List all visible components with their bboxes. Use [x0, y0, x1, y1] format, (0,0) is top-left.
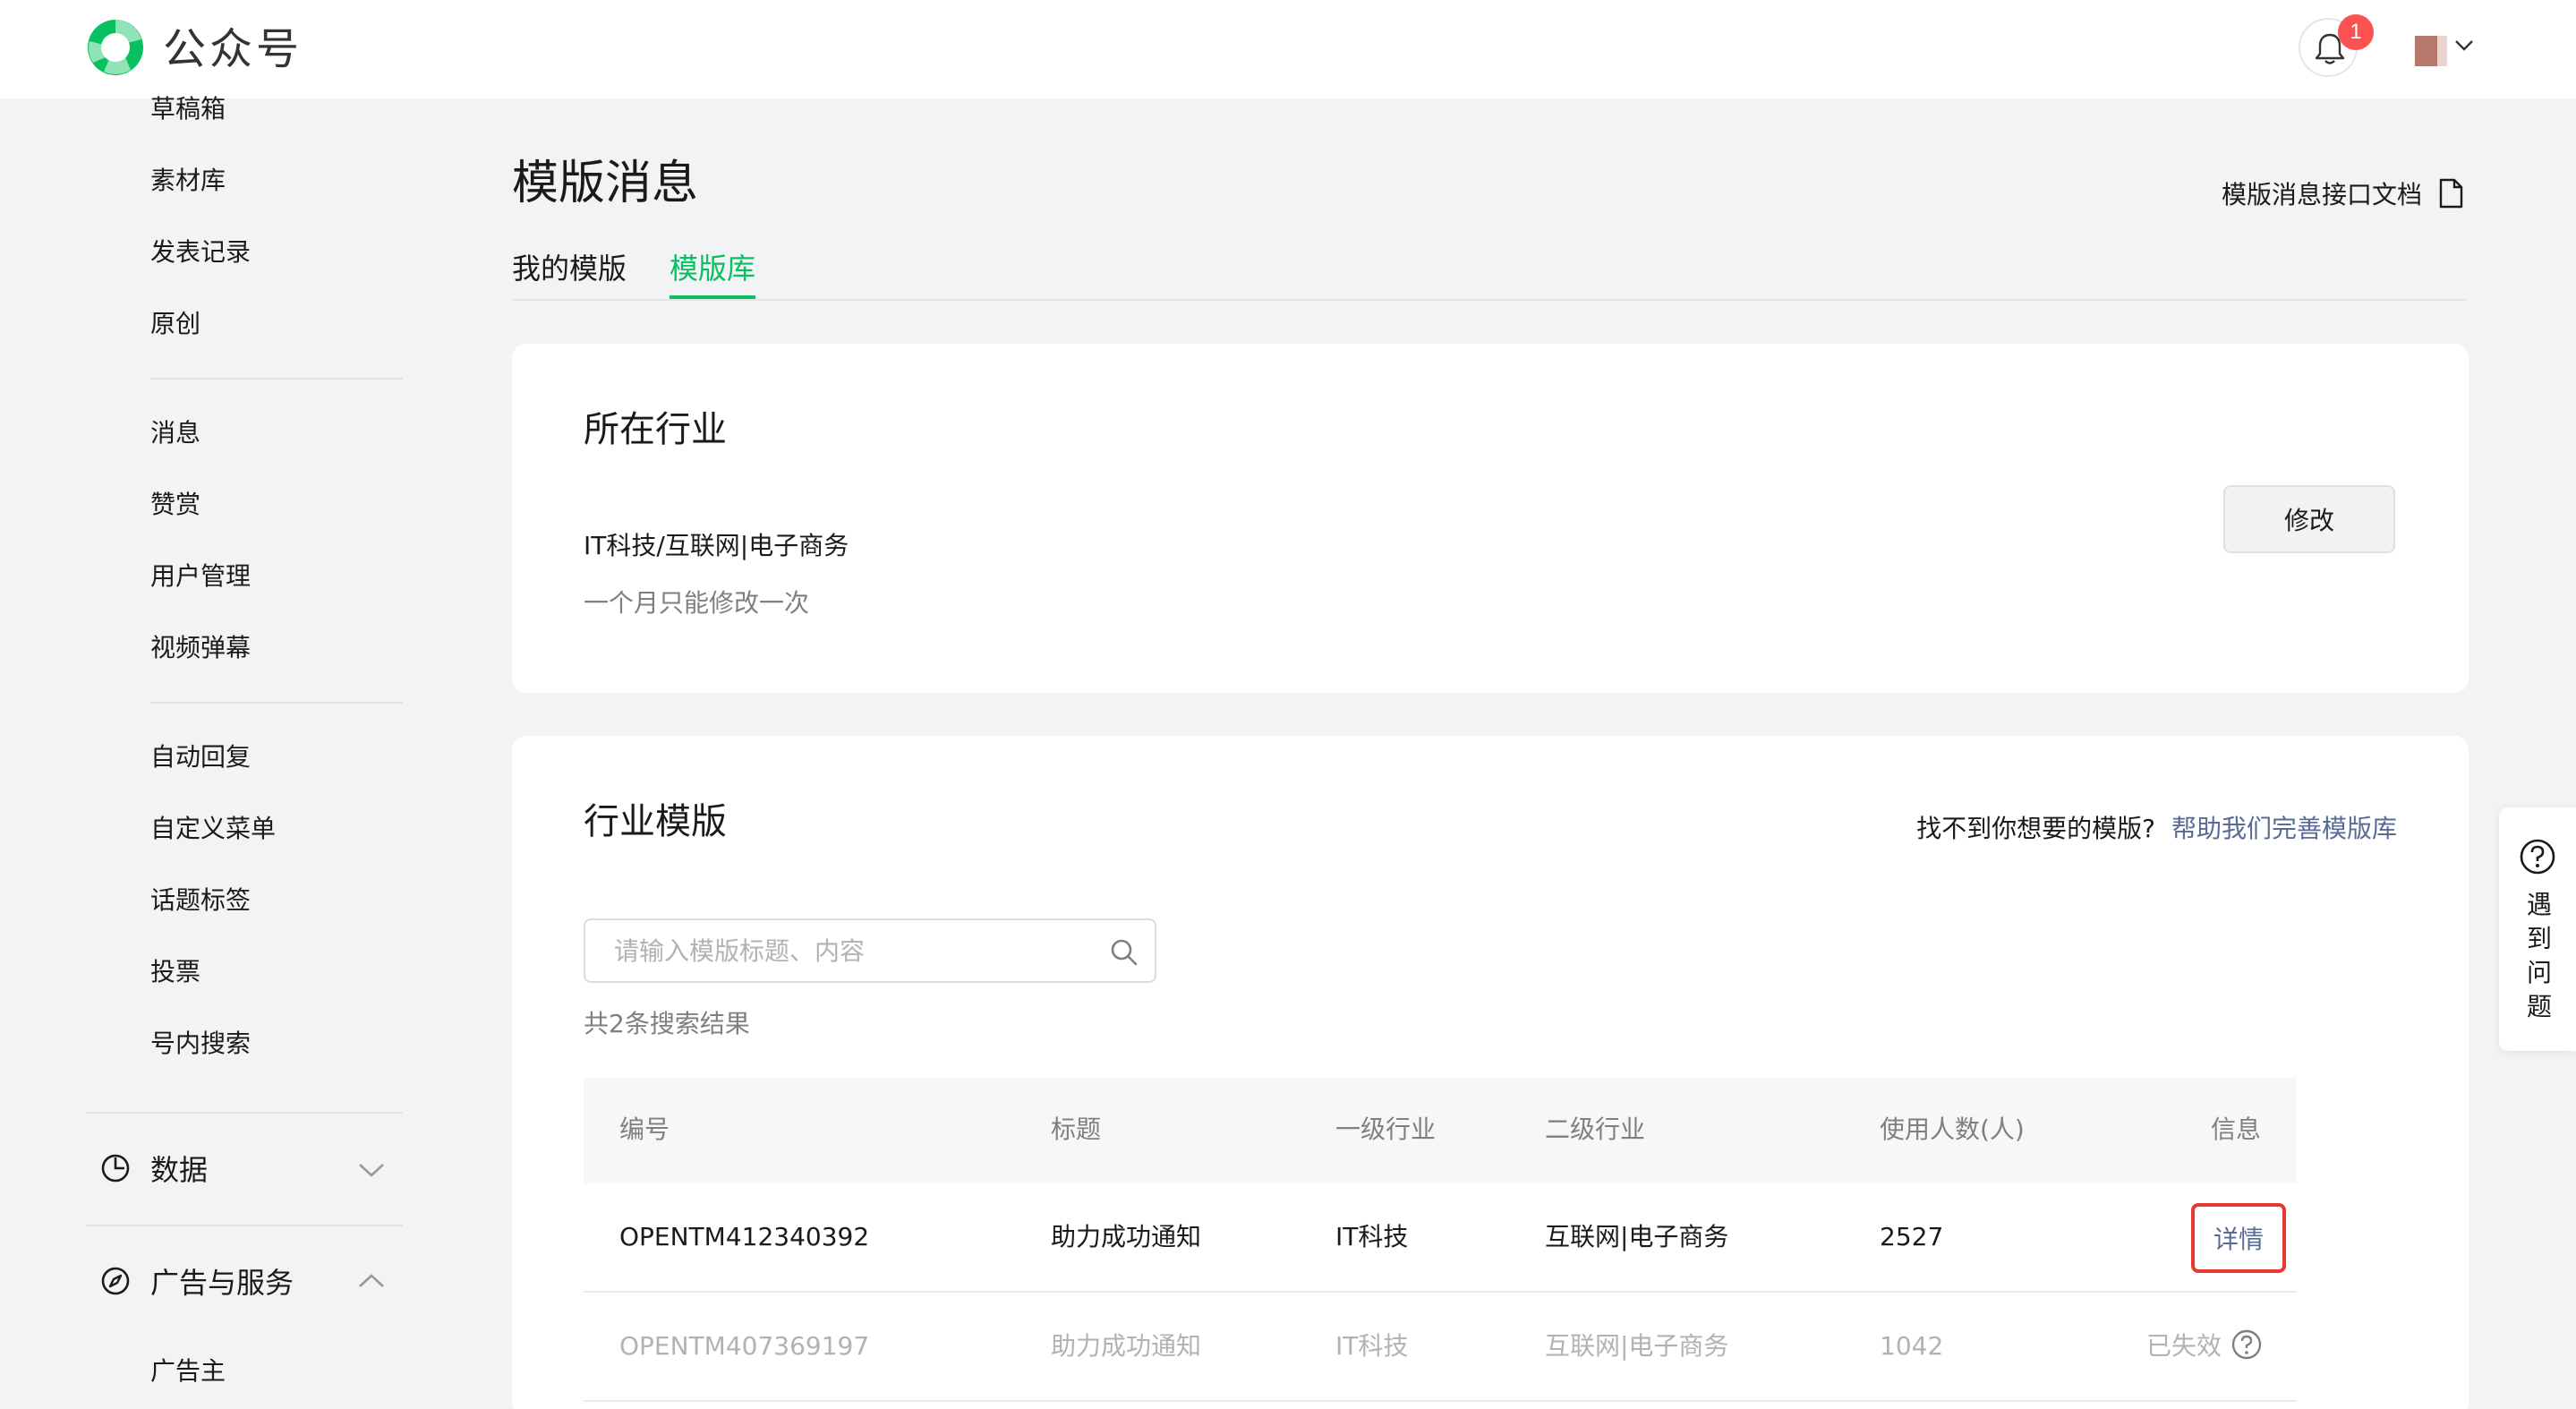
- notification-badge: 1: [2338, 14, 2374, 50]
- cell-level1: IT科技: [1335, 1222, 1409, 1251]
- table-row: OPENTM407369197 助力成功通知 IT科技 互联网|电子商务 104…: [584, 1293, 2297, 1402]
- sidebar-item-drafts[interactable]: 草稿箱: [150, 91, 226, 127]
- sidebar-item-video-danmaku[interactable]: 视频弹幕: [150, 630, 251, 666]
- expired-label: 已失效: [2145, 1331, 2222, 1361]
- api-doc-link-label: 模版消息接口文档: [2221, 180, 2422, 209]
- document-icon: [2439, 178, 2463, 209]
- template-table: 编号 标题 一级行业 二级行业 使用人数(人) 信息 OPENTM4123403…: [584, 1078, 2297, 1409]
- search-icon[interactable]: [1110, 938, 1139, 967]
- help-improve-prompt: 找不到你想要的模版? 帮助我们完善模版库: [1916, 809, 2397, 845]
- table-header: 编号 标题 一级行业 二级行业 使用人数(人) 信息: [584, 1078, 2297, 1183]
- sidebar-item-original[interactable]: 原创: [150, 306, 200, 342]
- chevron-down-icon[interactable]: [2454, 39, 2474, 52]
- sidebar-divider: [86, 1112, 403, 1114]
- tab-template-library[interactable]: 模版库: [670, 249, 755, 288]
- template-search-box[interactable]: [584, 918, 1156, 983]
- industry-template-card: 行业模版 找不到你想要的模版? 帮助我们完善模版库 共2条搜索结果 编号 标题 …: [512, 736, 2469, 1409]
- column-header-level2: 二级行业: [1545, 1114, 1646, 1144]
- industry-card-title: 所在行业: [584, 409, 727, 450]
- tab-my-templates[interactable]: 我的模版: [512, 249, 627, 288]
- avatar[interactable]: [2415, 36, 2447, 66]
- table-row[interactable]: OPENTM412340392 助力成功通知 IT科技 互联网|电子商务 252…: [584, 1183, 2297, 1293]
- floating-help-label: 遇到问题: [2526, 890, 2552, 1021]
- pie-chart-icon: [101, 1154, 130, 1183]
- industry-card: 所在行业 IT科技/互联网|电子商务 一个月只能修改一次 修改: [512, 344, 2469, 693]
- cell-level2: 互联网|电子商务: [1545, 1222, 1729, 1251]
- brand-name: 公众号: [163, 24, 303, 74]
- tab-bar: 我的模版 模版库: [512, 249, 2467, 301]
- cell-title: 助力成功通知: [1051, 1222, 1202, 1251]
- sidebar-item-advertiser[interactable]: 广告主: [150, 1353, 226, 1389]
- column-header-title: 标题: [1051, 1114, 1102, 1144]
- cell-users: 2527: [1880, 1222, 1944, 1251]
- sidebar-group-data[interactable]: 数据: [100, 1146, 208, 1191]
- question-circle-icon[interactable]: [2231, 1328, 2263, 1361]
- template-search-input[interactable]: [614, 933, 1097, 969]
- page-title: 模版消息: [512, 157, 699, 210]
- cell-users: 1042: [1880, 1331, 1944, 1361]
- sidebar-item-vote[interactable]: 投票: [150, 954, 200, 990]
- cell-title: 助力成功通知: [1051, 1331, 1202, 1361]
- industry-value: IT科技/互联网|电子商务: [584, 531, 849, 560]
- cell-level1: IT科技: [1335, 1331, 1409, 1361]
- column-header-info: 信息: [2210, 1114, 2261, 1144]
- cell-id: OPENTM407369197: [619, 1331, 870, 1361]
- floating-help-button[interactable]: 遇到问题: [2499, 807, 2576, 1051]
- sidebar-item-materials[interactable]: 素材库: [150, 163, 226, 199]
- sidebar-item-messages[interactable]: 消息: [150, 415, 200, 451]
- wechat-official-account-logo-icon[interactable]: [86, 18, 145, 77]
- sidebar-item-user-management[interactable]: 用户管理: [150, 559, 251, 594]
- sidebar-group-ads-services[interactable]: 广告与服务: [100, 1259, 294, 1303]
- detail-link[interactable]: 详情: [2191, 1203, 2286, 1273]
- chevron-down-icon[interactable]: [358, 1162, 385, 1178]
- api-doc-link[interactable]: 模版消息接口文档: [2222, 175, 2463, 211]
- expired-status: 已失效: [2146, 1327, 2263, 1362]
- sidebar-divider: [150, 378, 403, 380]
- active-tab-indicator: [670, 295, 755, 299]
- cell-level2: 互联网|电子商务: [1545, 1331, 1729, 1361]
- column-header-id: 编号: [619, 1114, 670, 1144]
- industry-tip: 一个月只能修改一次: [584, 588, 810, 618]
- modify-button[interactable]: 修改: [2223, 485, 2395, 553]
- column-header-users: 使用人数(人): [1880, 1114, 2025, 1144]
- template-card-title: 行业模版: [584, 801, 727, 842]
- sidebar-item-account-search[interactable]: 号内搜索: [150, 1026, 251, 1062]
- compass-icon: [101, 1267, 130, 1295]
- help-improve-link[interactable]: 帮助我们完善模版库: [2171, 809, 2397, 845]
- sidebar: 草稿箱 素材库 发表记录 原创 消息 赞赏 用户管理 视频弹幕 自动回复 自定义…: [0, 94, 465, 1409]
- help-question: 找不到你想要的模版?: [1916, 814, 2155, 843]
- sidebar-item-custom-menu[interactable]: 自定义菜单: [150, 811, 276, 847]
- sidebar-item-auto-reply[interactable]: 自动回复: [150, 739, 251, 775]
- sidebar-divider: [150, 702, 403, 704]
- sidebar-divider: [86, 1225, 403, 1226]
- result-count: 共2条搜索结果: [584, 1009, 750, 1038]
- sidebar-item-publish-records[interactable]: 发表记录: [150, 235, 251, 270]
- sidebar-item-topic-tags[interactable]: 话题标签: [150, 883, 251, 918]
- sidebar-group-label: 数据: [150, 1153, 209, 1187]
- column-header-level1: 一级行业: [1335, 1114, 1437, 1144]
- sidebar-item-rewards[interactable]: 赞赏: [150, 487, 200, 523]
- cell-id: OPENTM412340392: [619, 1222, 870, 1251]
- question-circle-icon: [2520, 839, 2555, 875]
- chevron-up-icon[interactable]: [358, 1273, 385, 1289]
- top-header: 公众号 1: [0, 0, 2576, 98]
- sidebar-group-label: 广告与服务: [150, 1266, 294, 1300]
